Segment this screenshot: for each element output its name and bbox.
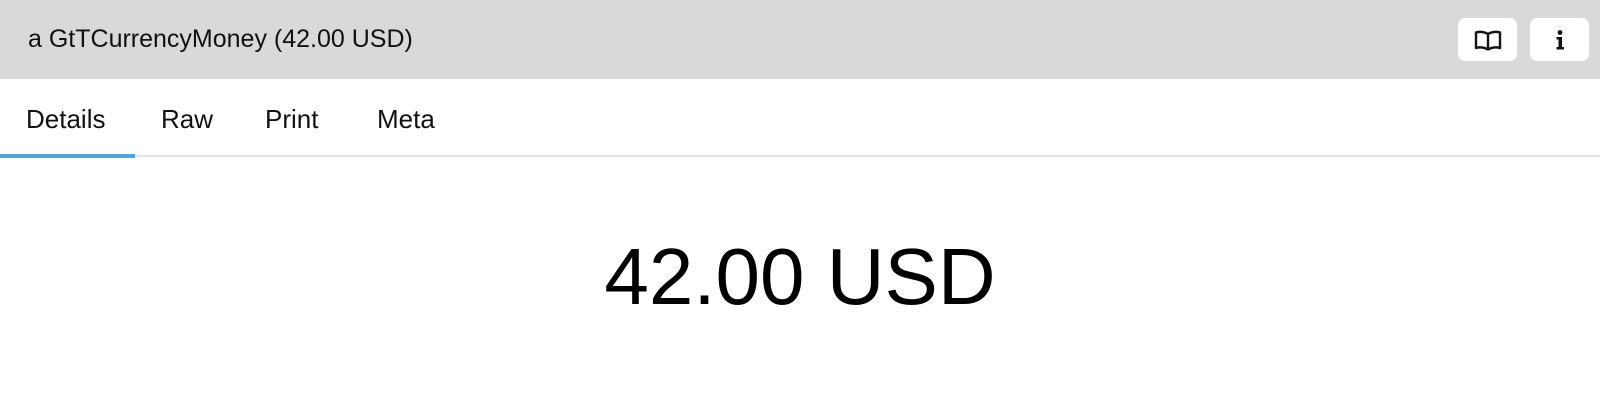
window-title: a GtTCurrencyMoney (42.00 USD): [28, 25, 413, 53]
tab-bar: Details Raw Print Meta: [0, 79, 1600, 158]
info-icon: [1553, 29, 1567, 51]
browse-button[interactable]: [1458, 18, 1517, 61]
info-button[interactable]: [1530, 18, 1589, 61]
tab-details[interactable]: Details: [26, 79, 105, 155]
money-value: 42.00 USD: [604, 232, 996, 321]
tab-raw[interactable]: Raw: [161, 79, 213, 155]
book-icon: [1474, 29, 1502, 51]
inspector-window: a GtTCurrencyMoney (42.00 USD) Details R…: [0, 0, 1600, 400]
tab-print[interactable]: Print: [265, 79, 318, 155]
details-pane: 42.00 USD: [0, 157, 1600, 400]
title-bar: a GtTCurrencyMoney (42.00 USD): [0, 0, 1600, 79]
tab-meta[interactable]: Meta: [377, 79, 435, 155]
